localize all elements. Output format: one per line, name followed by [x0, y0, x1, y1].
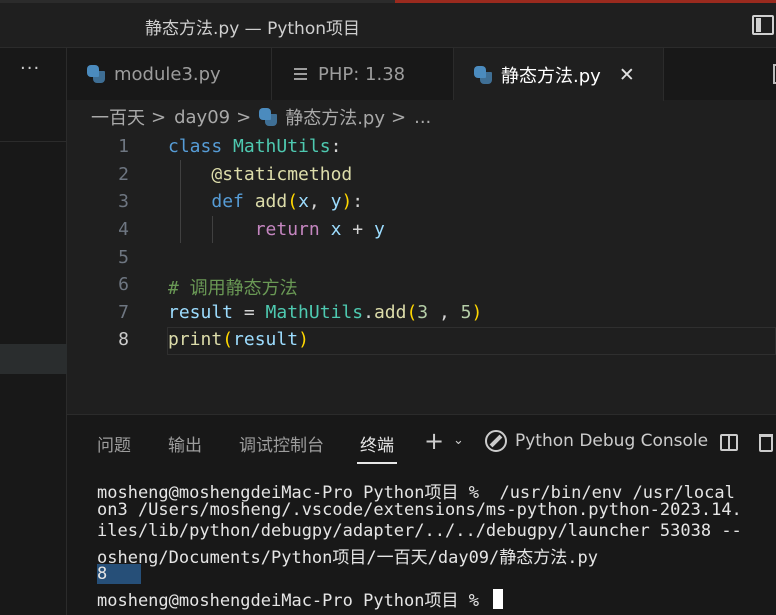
more-actions-icon[interactable]: ··· [20, 58, 40, 79]
tab-module3[interactable]: module3.py [67, 48, 272, 100]
line-number: 3 [118, 191, 129, 212]
tab-label: 静态方法.py [501, 65, 601, 87]
active-tab-indicator [357, 462, 397, 464]
sidebar-selected-item[interactable] [0, 344, 67, 374]
terminal-prompt: mosheng@moshengdeiMac-Pro Python项目 % [97, 591, 490, 611]
code-line: print(result) [168, 329, 309, 350]
code-line: # 调用静态方法 [168, 278, 298, 299]
code-line: return x + y [254, 219, 385, 240]
tab-debug-console[interactable]: 调试控制台 [239, 431, 324, 456]
terminal-cursor [493, 589, 504, 609]
breadcrumb-item[interactable]: ... [414, 107, 431, 128]
code-editor[interactable]: 1 2 3 4 5 6 7 8 class MathUtils: @static… [67, 132, 776, 414]
selected-output: 8 [97, 564, 142, 584]
lines-icon [294, 68, 307, 80]
tab-output[interactable]: 输出 [168, 431, 202, 456]
line-number: 2 [118, 164, 129, 185]
chevron-right-icon: > [151, 106, 167, 128]
python-icon [474, 65, 492, 84]
sidebar-divider [0, 141, 67, 142]
breadcrumb: 一百天 > day09 > 静态方法.py > ... [91, 104, 431, 130]
breadcrumb-item[interactable]: 静态方法.py [285, 104, 385, 130]
editor-tab-bar: module3.py PHP: 1.38 静态方法.py ✕ [67, 48, 776, 101]
line-number-active: 8 [118, 329, 129, 350]
breadcrumb-item[interactable]: day09 [174, 107, 230, 128]
python-icon [259, 108, 278, 126]
line-number: 4 [118, 219, 129, 240]
terminal-line: osheng/Documents/Python项目/一百天/day09/静态方法… [97, 548, 598, 568]
terminal-line: iles/lib/python/debugpy/adapter/../../de… [97, 521, 742, 541]
tab-label: PHP: 1.38 [318, 63, 406, 85]
tab-problems[interactable]: 问题 [97, 431, 131, 456]
new-terminal-icon[interactable]: + [424, 427, 444, 455]
trash-icon[interactable] [759, 434, 773, 452]
code-line: class MathUtils: [168, 136, 342, 157]
title-bar: 静态方法.py — Python项目 [0, 3, 776, 48]
bottom-panel: 问题 输出 调试控制台 终端 + ⌄ Python Debug Console … [67, 414, 776, 615]
debug-icon [485, 430, 507, 452]
close-icon[interactable]: ✕ [619, 64, 635, 86]
window-title: 静态方法.py — Python项目 [145, 19, 360, 39]
chevron-right-icon: > [391, 106, 407, 128]
chevron-right-icon: > [236, 106, 252, 128]
line-number: 6 [118, 274, 129, 295]
line-number: 7 [118, 302, 129, 323]
code-line: def add(x, y): [211, 191, 364, 212]
terminal-prompt-line[interactable]: mosheng@moshengdeiMac-Pro Python项目 % [97, 586, 504, 611]
tab-label: module3.py [114, 63, 221, 85]
python-icon [87, 65, 105, 83]
code-line: @staticmethod [211, 164, 353, 185]
explorer-sidebar: ··· [0, 48, 67, 615]
tab-php[interactable]: PHP: 1.38 [272, 48, 454, 100]
terminal-output: 8 [97, 564, 142, 584]
terminal-line: on3 /Users/mosheng/.vscode/extensions/ms… [97, 500, 742, 520]
split-terminal-icon[interactable] [720, 434, 738, 451]
line-number: 5 [118, 247, 129, 268]
terminal-name[interactable]: Python Debug Console [515, 431, 708, 451]
line-number: 1 [118, 136, 129, 157]
chevron-down-icon[interactable]: ⌄ [453, 433, 464, 448]
toggle-sidebar-icon[interactable] [752, 15, 774, 35]
breadcrumb-item[interactable]: 一百天 [91, 104, 145, 130]
tab-terminal[interactable]: 终端 [360, 431, 394, 456]
tab-static-method[interactable]: 静态方法.py ✕ [454, 48, 664, 101]
code-line: result = MathUtils.add(3 , 5) [168, 302, 483, 323]
